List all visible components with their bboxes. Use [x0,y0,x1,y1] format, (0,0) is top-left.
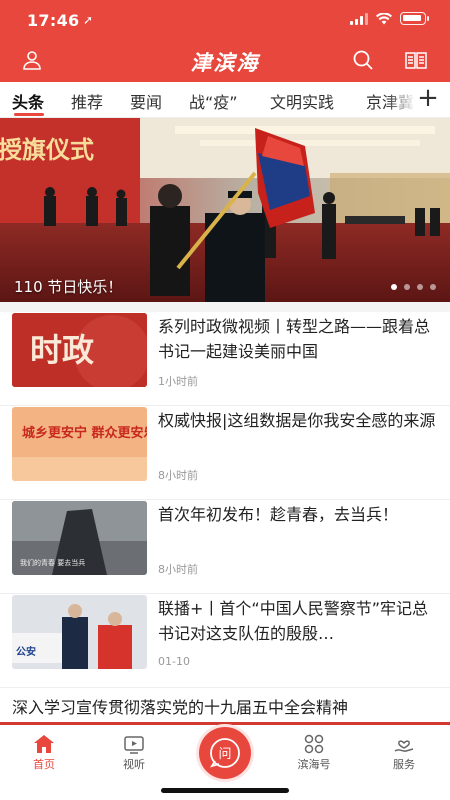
news-time: 8小时前 [158,563,198,576]
news-thumbnail: 公安 [12,595,147,669]
app-header: 17:46 ➚ 津滨海 [0,0,450,82]
tab-service-label: 服务 [393,758,415,771]
section-gap [0,302,450,312]
carousel-dot[interactable] [391,284,397,290]
ticker-headline[interactable]: 深入学习宣传贯彻落实党的十九届五中全会精神 [12,694,442,718]
ask-glyph: 问 [218,747,231,762]
tab-headlines[interactable]: 头条 [12,89,44,113]
status-bar: 17:46 ➚ [0,0,450,40]
newspaper-icon[interactable] [404,48,428,72]
news-title: 首次年初发布！趁青春，去当兵！ [158,505,399,524]
news-title: 系列时政微视频丨转型之路——跟着总书记一起建设美丽中国 [158,317,431,361]
carousel-dot[interactable] [417,284,423,290]
news-thumbnail: 城乡更安宁 群众更安乐 [12,407,147,481]
carousel-dot[interactable] [430,284,436,290]
signal-icon [350,12,368,25]
battery-icon [400,12,429,25]
tab-fade [386,82,416,117]
tab-recommended[interactable]: 推荐 [71,89,103,113]
ask-button[interactable]: 问 [199,727,251,779]
active-tab-indicator [14,113,44,116]
hand-heart-icon [394,740,414,752]
home-indicator [161,788,289,793]
news-time: 8小时前 [158,469,198,482]
news-title: 权威快报|这组数据是你我安全感的来源 [158,411,436,430]
tab-home-label: 首页 [33,758,55,771]
tab-civilization[interactable]: 文明实践 [270,89,334,113]
news-thumbnail: 时政 [12,313,147,387]
carousel-dots [391,284,436,290]
tab-binhai-hao-label: 滨海号 [297,758,331,771]
tab-video[interactable]: 视听 [104,734,164,772]
add-channel-button[interactable]: + [414,84,442,114]
home-icon [34,735,54,753]
location-icon: ➚ [83,13,94,27]
news-time: 1小时前 [158,375,198,388]
tab-video-label: 视听 [123,758,145,771]
thumbnail-text: 我们的青春 要去当兵 [20,558,85,567]
app-screen: 17:46 ➚ 津滨海 头条 推荐 要闻 战“疫” 文明实践 + 授旗仪式 11… [0,0,450,800]
ask-icon: 问 [210,738,240,768]
hero-caption: 110 节日快乐！ [14,278,123,296]
status-icons [350,12,429,25]
wifi-icon [376,12,392,24]
app-title: 津滨海 [190,51,260,75]
news-thumbnail: 我们的青春 要去当兵 [12,501,147,575]
carousel-dot[interactable] [404,284,410,290]
search-icon[interactable] [351,48,375,72]
tab-top-news[interactable]: 要闻 [130,89,162,113]
tab-home[interactable]: 首页 [14,734,74,772]
thumbnail-text: 时政 [30,331,94,369]
tv-icon [124,736,144,754]
tab-service[interactable]: 服务 [374,734,434,772]
news-item[interactable]: 公安 联播+丨首个“中国人民警察节”牢记总书记对这支队伍的殷殷… 01-10 [0,594,450,688]
tab-binhai-hao[interactable]: 滨海号 [284,734,344,772]
tab-epidemic[interactable]: 战“疫” [189,89,238,113]
thumbnail-text: 公安 [16,645,36,658]
news-item[interactable]: 我们的青春 要去当兵 首次年初发布！趁青春，去当兵！ 8小时前 [0,500,450,594]
thumbnail-text: 城乡更安宁 群众更安乐 [22,425,147,441]
channel-tabs: 头条 推荐 要闻 战“疫” 文明实践 京津冀 + [0,82,450,118]
nav-bar: 津滨海 [0,40,450,82]
hero-image: 授旗仪式 [0,118,450,302]
news-time: 01-10 [158,655,190,668]
news-item[interactable]: 时政 系列时政微视频丨转型之路——跟着总书记一起建设美丽中国 1小时前 [0,312,450,406]
status-time: 17:46 [27,11,80,30]
news-title: 联播+丨首个“中国人民警察节”牢记总书记对这支队伍的殷殷… [158,599,428,643]
grid-icon [304,734,324,754]
news-item[interactable]: 城乡更安宁 群众更安乐 权威快报|这组数据是你我安全感的来源 8小时前 [0,406,450,500]
hero-banner[interactable]: 授旗仪式 110 节日快乐！ [0,118,450,302]
banner-text: 授旗仪式 [0,136,94,164]
